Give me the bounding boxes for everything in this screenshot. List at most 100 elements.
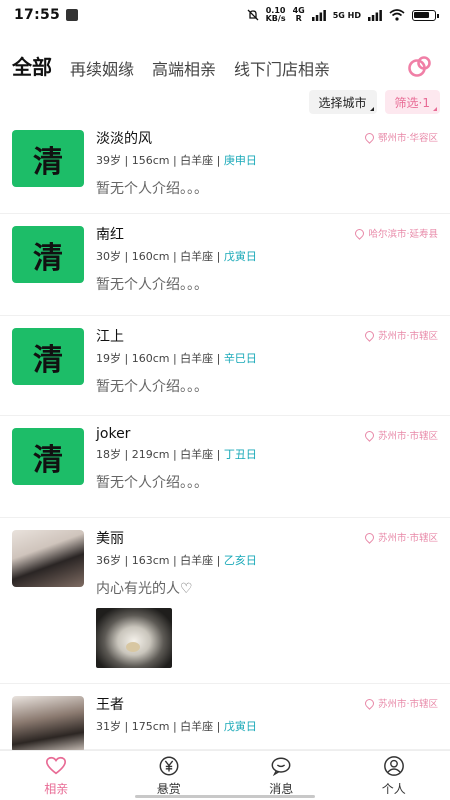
meta-zodiac: 白羊座	[180, 352, 214, 365]
bottom-nav: 相亲 悬赏 消息 个人	[0, 750, 450, 800]
filter-button[interactable]: 筛选·1	[384, 90, 440, 114]
meta-height: 160cm	[131, 250, 170, 263]
nav-item-3[interactable]: 个人	[338, 751, 450, 800]
location-pin-icon	[363, 428, 376, 442]
profile-card[interactable]: 清 joker 苏州市·市辖区 18岁 | 219cm | 白羊座 | 丁丑日 暂无个人…	[0, 416, 450, 518]
profile-card[interactable]: 清南红 哈尔滨市·延寿县 30岁 | 160cm | 白羊座 | 戊寅日 暂无个人介绍…	[0, 214, 450, 316]
nav-label: 悬赏	[156, 781, 181, 796]
select-city-button[interactable]: 选择城市	[308, 90, 377, 114]
battery-fill	[414, 11, 430, 18]
location-text: 苏州市·市辖区	[377, 533, 438, 544]
heart-icon	[46, 756, 67, 774]
signal-4g: 4G R	[293, 7, 305, 23]
meta-separator: |	[169, 720, 181, 733]
nav-item-2[interactable]: 消息	[225, 751, 338, 800]
avatar[interactable]	[12, 530, 84, 587]
avatar[interactable]: 清	[12, 428, 84, 485]
home-indicator	[135, 795, 315, 798]
profile-meta: 18岁 | 219cm | 白羊座 | 丁丑日	[96, 446, 438, 462]
location-pin-icon	[363, 130, 376, 144]
meta-separator: |	[213, 352, 224, 365]
profile-card[interactable]: 清江上 苏州市·市辖区 19岁 | 160cm | 白羊座 | 辛巳日 暂无个人介绍。…	[0, 316, 450, 416]
status-indicators: 0.10 KB/s 4G R 5G HD	[247, 7, 439, 23]
location-text: 鄂州市·华容区	[377, 133, 438, 144]
profile-meta: 39岁 | 156cm | 白羊座 | 庚申日	[96, 152, 438, 168]
category-tabs: 全部 再续姻缘 高端相亲 线下门店相亲	[0, 48, 450, 88]
meta-day: 乙亥日	[223, 554, 257, 567]
person-icon	[383, 755, 404, 776]
avatar[interactable]: 清	[12, 226, 84, 283]
meta-separator: |	[121, 352, 132, 365]
location-text: 苏州市·市辖区	[377, 331, 438, 342]
nav-label: 消息	[269, 781, 294, 796]
profile-bio: 暂无个人介绍。。。	[96, 379, 208, 395]
meta-separator: |	[169, 554, 181, 567]
meta-day: 戊寅日	[223, 250, 257, 263]
profile-meta: 30岁 | 160cm | 白羊座 | 戊寅日	[96, 248, 438, 264]
location-text: 苏州市·市辖区	[377, 699, 438, 710]
meta-separator: |	[213, 154, 224, 167]
location-pin-icon	[363, 696, 376, 710]
profile-card[interactable]: 美丽 苏州市·市辖区 36岁 | 163cm | 白羊座 | 乙亥日 内心有光的人♡	[0, 518, 450, 684]
nav-item-1[interactable]: 悬赏	[113, 751, 226, 800]
meta-day: 戊寅日	[223, 720, 257, 733]
meta-age: 31岁	[96, 720, 121, 733]
meta-day: 丁丑日	[223, 448, 257, 461]
nav-item-0[interactable]: 相亲	[0, 751, 113, 800]
meta-height: 156cm	[131, 154, 170, 167]
profile-meta: 31岁 | 175cm | 白羊座 | 戊寅日	[96, 718, 438, 734]
meta-height: 160cm	[131, 352, 170, 365]
profile-bio: 暂无个人介绍。。。	[96, 181, 208, 197]
location-label: 苏州市·市辖区	[363, 696, 438, 710]
meta-zodiac: 白羊座	[180, 554, 214, 567]
profile-card[interactable]: 清淡淡的风 鄂州市·华容区 39岁 | 156cm | 白羊座 | 庚申日 暂无个人介…	[0, 118, 450, 214]
notification-icon	[66, 9, 79, 21]
filter-row: 选择城市 筛选·1	[308, 90, 440, 114]
tab-1[interactable]: 再续姻缘	[70, 56, 134, 88]
location-pin-icon	[363, 530, 376, 544]
meta-separator: |	[213, 448, 224, 461]
location-text: 哈尔滨市·延寿县	[368, 229, 438, 240]
signal-4g-sub: R	[295, 14, 302, 23]
meta-separator: |	[169, 448, 181, 461]
meta-age: 39岁	[96, 154, 121, 167]
tab-2[interactable]: 高端相亲	[152, 56, 216, 88]
meta-separator: |	[213, 250, 224, 263]
profile-bio: 内心有光的人♡	[96, 581, 193, 597]
meta-day: 庚申日	[223, 154, 257, 167]
signal-bars-icon	[368, 9, 382, 21]
meta-separator: |	[121, 154, 132, 167]
location-label: 哈尔滨市·延寿县	[353, 226, 438, 240]
meta-height: 163cm	[131, 554, 170, 567]
net-speed: 0.10 KB/s	[266, 7, 286, 23]
meta-separator: |	[121, 250, 132, 263]
location-pin-icon	[363, 328, 376, 342]
avatar[interactable]: 清	[12, 130, 84, 187]
profile-card[interactable]: 王者 苏州市·市辖区 31岁 | 175cm | 白羊座 | 戊寅日	[0, 684, 450, 753]
meta-height: 219cm	[131, 448, 170, 461]
avatar[interactable]: 清	[12, 328, 84, 385]
meta-separator: |	[121, 720, 132, 733]
location-pin-icon	[353, 226, 367, 240]
location-label: 鄂州市·华容区	[363, 130, 438, 144]
mute-bell-icon	[247, 9, 259, 21]
profile-bio: 暂无个人介绍。。。	[96, 277, 208, 293]
meta-day: 辛巳日	[223, 352, 257, 365]
double-ring-icon[interactable]	[406, 52, 434, 80]
meta-zodiac: 白羊座	[180, 448, 214, 461]
location-text: 苏州市·市辖区	[377, 431, 438, 442]
meta-separator: |	[169, 250, 181, 263]
meta-separator: |	[169, 154, 181, 167]
profile-bio: 暂无个人介绍。。。	[96, 475, 208, 491]
avatar[interactable]	[12, 696, 84, 753]
tab-3[interactable]: 线下门店相亲	[234, 56, 330, 88]
tab-0[interactable]: 全部	[12, 51, 52, 88]
nav-label: 个人	[381, 781, 406, 796]
meta-zodiac: 白羊座	[180, 720, 214, 733]
net-speed-unit: KB/s	[265, 14, 286, 23]
meta-age: 30岁	[96, 250, 121, 263]
post-photo[interactable]	[96, 608, 172, 668]
location-label: 苏州市·市辖区	[363, 530, 438, 544]
meta-separator: |	[169, 352, 181, 365]
battery-icon	[412, 9, 439, 21]
